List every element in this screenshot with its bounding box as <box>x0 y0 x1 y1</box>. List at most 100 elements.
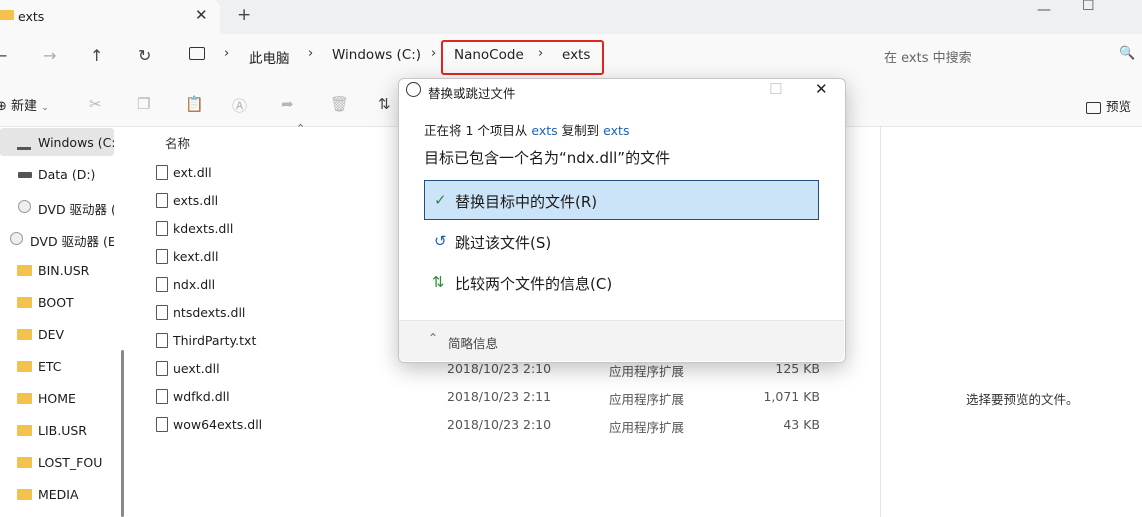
tab-title[interactable]: exts <box>18 9 44 24</box>
new-button[interactable]: ⊕ 新建 ⌄ <box>0 95 49 114</box>
file-icon <box>156 361 168 376</box>
column-header-name[interactable]: 名称 <box>165 133 190 152</box>
back-button[interactable]: ← <box>0 46 7 65</box>
file-icon <box>156 277 168 292</box>
file-name[interactable]: ext.dll <box>173 165 212 180</box>
copy-icon[interactable]: ❐ <box>137 95 150 113</box>
folder-icon <box>17 297 32 308</box>
preview-pane-button[interactable]: 预览 <box>1086 96 1131 115</box>
file-size: 1,071 KB <box>763 389 820 404</box>
maximize-button[interactable]: ☐ <box>1082 0 1095 14</box>
sidebar-item-media[interactable]: MEDIA <box>38 487 79 502</box>
breadcrumb-windows-c[interactable]: Windows (C:) <box>332 47 421 63</box>
breadcrumb-separator: › <box>431 46 437 61</box>
dest-folder-link[interactable]: exts <box>603 123 629 138</box>
dialog-close-button[interactable]: ✕ <box>815 80 828 98</box>
refresh-button[interactable]: ↻ <box>138 46 151 65</box>
file-type: 应用程序扩展 <box>609 392 685 407</box>
sidebar-item-data-d[interactable]: Data (D:) <box>38 167 95 182</box>
dvd-icon <box>18 200 31 213</box>
expand-arrow-icon[interactable]: › <box>0 139 1 149</box>
sidebar-item-lost-found[interactable]: LOST_FOU <box>38 455 114 470</box>
folder-icon <box>17 329 32 340</box>
copy-prefix: 正在将 1 个项目从 <box>424 123 528 138</box>
file-name[interactable]: uext.dll <box>173 361 220 376</box>
rename-icon[interactable]: Ⓐ <box>232 95 247 116</box>
folder-icon <box>17 361 32 372</box>
file-name[interactable]: ntsdexts.dll <box>173 305 245 320</box>
file-name[interactable]: kdexts.dll <box>173 221 233 236</box>
copy-status-text: 正在将 1 个项目从 exts 复制到 exts <box>424 120 629 139</box>
expand-arrow-icon[interactable]: › <box>0 203 1 213</box>
compare-option-button[interactable]: 比较两个文件的信息(C) <box>455 273 612 294</box>
minimize-button[interactable]: — <box>1037 2 1051 18</box>
paste-icon[interactable]: 📋 <box>185 95 204 113</box>
expand-arrow-icon[interactable]: › <box>0 459 1 469</box>
chevron-up-icon[interactable]: ⌃ <box>428 331 438 345</box>
sidebar-item-lib-usr[interactable]: LIB.USR <box>38 423 87 438</box>
file-date: 2018/10/23 2:10 <box>447 417 552 432</box>
up-button[interactable]: ↑ <box>90 46 103 65</box>
search-input[interactable]: 在 exts 中搜索 <box>884 47 972 66</box>
fewer-details-button[interactable]: 简略信息 <box>448 333 498 352</box>
sort-icon[interactable]: ⇅ <box>378 95 391 113</box>
file-size: 43 KB <box>783 417 820 432</box>
expand-arrow-icon[interactable]: › <box>0 363 1 373</box>
sidebar-scrollbar[interactable] <box>121 350 124 517</box>
breadcrumb-this-pc[interactable]: 此电脑 <box>249 47 290 67</box>
expand-arrow-icon[interactable]: › <box>0 331 1 341</box>
expand-arrow-icon[interactable]: › <box>0 267 1 277</box>
file-name[interactable]: kext.dll <box>173 249 218 264</box>
folder-icon <box>17 393 32 404</box>
cut-icon[interactable]: ✂ <box>89 95 102 113</box>
sidebar-item-boot[interactable]: BOOT <box>38 295 74 310</box>
file-name[interactable]: wdfkd.dll <box>173 389 230 404</box>
new-tab-button[interactable]: + <box>237 5 251 25</box>
file-type: 应用程序扩展 <box>609 364 685 379</box>
windows-drive-icon <box>17 137 31 150</box>
share-icon[interactable]: ➦ <box>281 95 294 113</box>
file-icon <box>156 417 168 432</box>
folder-icon <box>0 10 14 20</box>
dialog-maximize-button[interactable]: ☐ <box>769 80 782 98</box>
sidebar-item-windows-c[interactable]: Windows (C:) <box>38 135 114 150</box>
source-folder-link[interactable]: exts <box>531 123 557 138</box>
text-file-icon <box>156 333 168 348</box>
expand-arrow-icon[interactable]: › <box>0 395 1 405</box>
dvd-icon <box>10 232 23 245</box>
skip-option-button[interactable]: 跳过该文件(S) <box>455 232 551 253</box>
file-name[interactable]: ThirdParty.txt <box>173 333 256 348</box>
sidebar-item-home[interactable]: HOME <box>38 391 76 406</box>
folder-icon <box>17 425 32 436</box>
forward-button[interactable]: → <box>43 46 56 65</box>
file-date: 2018/10/23 2:11 <box>447 389 552 404</box>
sort-ascending-icon: ⌃ <box>296 122 306 135</box>
expand-arrow-icon[interactable]: › <box>0 171 1 181</box>
sidebar-item-bin-usr[interactable]: BIN.USR <box>38 263 89 278</box>
expand-arrow-icon[interactable]: › <box>0 427 1 437</box>
folder-icon <box>17 457 32 468</box>
compare-icon: ⇅ <box>432 273 445 291</box>
preview-pane-divider[interactable] <box>880 127 881 517</box>
file-icon <box>156 193 168 208</box>
file-name[interactable]: wow64exts.dll <box>173 417 262 432</box>
sidebar-item-dvd-e[interactable]: DVD 驱动器 (E: <box>30 231 114 250</box>
sidebar-item-dev[interactable]: DEV <box>38 327 64 342</box>
conflict-message: 目标已包含一个名为“ndx.dll”的文件 <box>424 149 671 167</box>
file-name[interactable]: exts.dll <box>173 193 218 208</box>
expand-arrow-icon[interactable]: › <box>0 491 1 501</box>
file-size: 125 KB <box>775 361 820 376</box>
sidebar-item-etc[interactable]: ETC <box>38 359 62 374</box>
search-icon[interactable]: 🔍 <box>1119 46 1135 61</box>
new-label: 新建 <box>11 99 38 114</box>
annotation-highlight-box <box>441 40 604 75</box>
file-icon <box>156 389 168 404</box>
clock-icon <box>406 82 421 97</box>
delete-icon[interactable]: 🗑 <box>330 95 349 113</box>
expand-arrow-icon[interactable]: › <box>0 299 1 309</box>
skip-icon: ↺ <box>434 232 447 250</box>
replace-option-label[interactable]: 替换目标中的文件(R) <box>455 191 597 212</box>
tab-close-button[interactable]: ✕ <box>195 6 208 24</box>
file-name[interactable]: ndx.dll <box>173 277 215 292</box>
sidebar-item-dvd-i[interactable]: DVD 驱动器 (I <box>38 199 114 218</box>
